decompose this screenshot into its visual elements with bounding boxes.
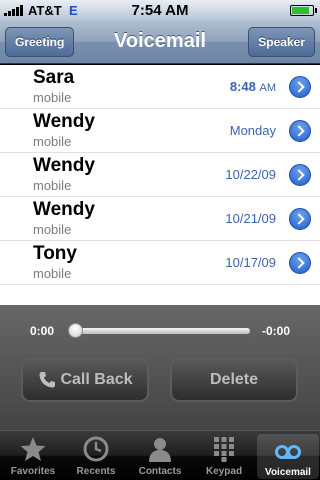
phone-icon: [39, 371, 56, 388]
voicemail-time-ampm: AM: [259, 82, 277, 94]
caller-phone-type: mobile: [33, 134, 72, 149]
tab-label: Voicemail: [265, 467, 311, 478]
voicemail-row[interactable]: Wendy mobile 10/22/09: [0, 153, 320, 197]
voicemail-date: Monday: [229, 123, 276, 138]
voicemail-date: 10/22/09: [225, 167, 276, 182]
caller-name: Tony: [33, 243, 77, 264]
navigation-bar: Greeting Voicemail Speaker: [0, 20, 320, 64]
voicemail-date: 10/17/09: [225, 255, 276, 270]
voicemail-time: 8:48 AM: [230, 79, 276, 94]
battery-level: [292, 7, 309, 14]
person-icon: [149, 438, 171, 462]
tab-label: Keypad: [205, 466, 243, 477]
detail-disclosure-icon[interactable]: [289, 76, 311, 98]
tab-label: Favorites: [10, 466, 56, 477]
tab-label: Contacts: [138, 466, 182, 477]
speaker-button[interactable]: Speaker: [248, 27, 315, 57]
caller-name: Wendy: [33, 111, 95, 132]
battery-icon: [290, 5, 317, 16]
delete-button[interactable]: Delete: [170, 358, 298, 402]
playback-panel: 0:00 -0:00 Call Back Delete: [0, 305, 320, 430]
voicemail-row[interactable]: Wendy mobile 10/21/09: [0, 197, 320, 241]
caller-phone-type: mobile: [33, 266, 72, 281]
voicemail-icon: [275, 445, 301, 459]
tab-favorites[interactable]: Favorites: [2, 431, 64, 480]
tab-bar: Favorites Recents Contacts Keypad Voicem…: [0, 430, 320, 480]
tab-voicemail[interactable]: Voicemail: [257, 434, 319, 479]
caller-phone-type: mobile: [33, 222, 72, 237]
detail-disclosure-icon[interactable]: [289, 164, 311, 186]
voicemail-row[interactable]: Wendy mobile Monday: [0, 109, 320, 153]
caller-name: Sara: [33, 67, 75, 88]
tab-recents[interactable]: Recents: [65, 431, 127, 480]
keypad-icon: [214, 437, 234, 462]
clock-icon: [83, 436, 109, 462]
caller-phone-type: mobile: [33, 178, 72, 193]
voicemail-row[interactable]: Tony mobile 10/17/09: [0, 241, 320, 285]
voicemail-time-value: 8:48: [229, 79, 256, 94]
tab-label: Recents: [76, 466, 116, 477]
scrubber-track[interactable]: [70, 328, 250, 334]
detail-disclosure-icon[interactable]: [289, 120, 311, 142]
voicemail-date: 10/21/09: [225, 211, 276, 226]
star-icon: [20, 437, 46, 461]
remaining-time: -0:00: [261, 324, 290, 338]
detail-disclosure-icon[interactable]: [289, 208, 311, 230]
scrubber-knob[interactable]: [68, 323, 83, 338]
elapsed-time: 0:00: [30, 324, 55, 338]
status-bar: AT&T E 7:54 AM: [0, 0, 320, 20]
status-time: 7:54 AM: [131, 2, 189, 19]
detail-disclosure-icon[interactable]: [289, 252, 311, 274]
tab-keypad[interactable]: Keypad: [193, 431, 255, 480]
caller-phone-type: mobile: [33, 90, 72, 105]
caller-name: Wendy: [33, 155, 95, 176]
caller-name: Wendy: [33, 199, 95, 220]
tab-contacts[interactable]: Contacts: [129, 431, 191, 480]
voicemail-row[interactable]: Sara mobile 8:48 AM: [0, 65, 320, 109]
call-back-button[interactable]: Call Back: [21, 358, 149, 402]
call-back-label: Call Back: [60, 371, 133, 388]
